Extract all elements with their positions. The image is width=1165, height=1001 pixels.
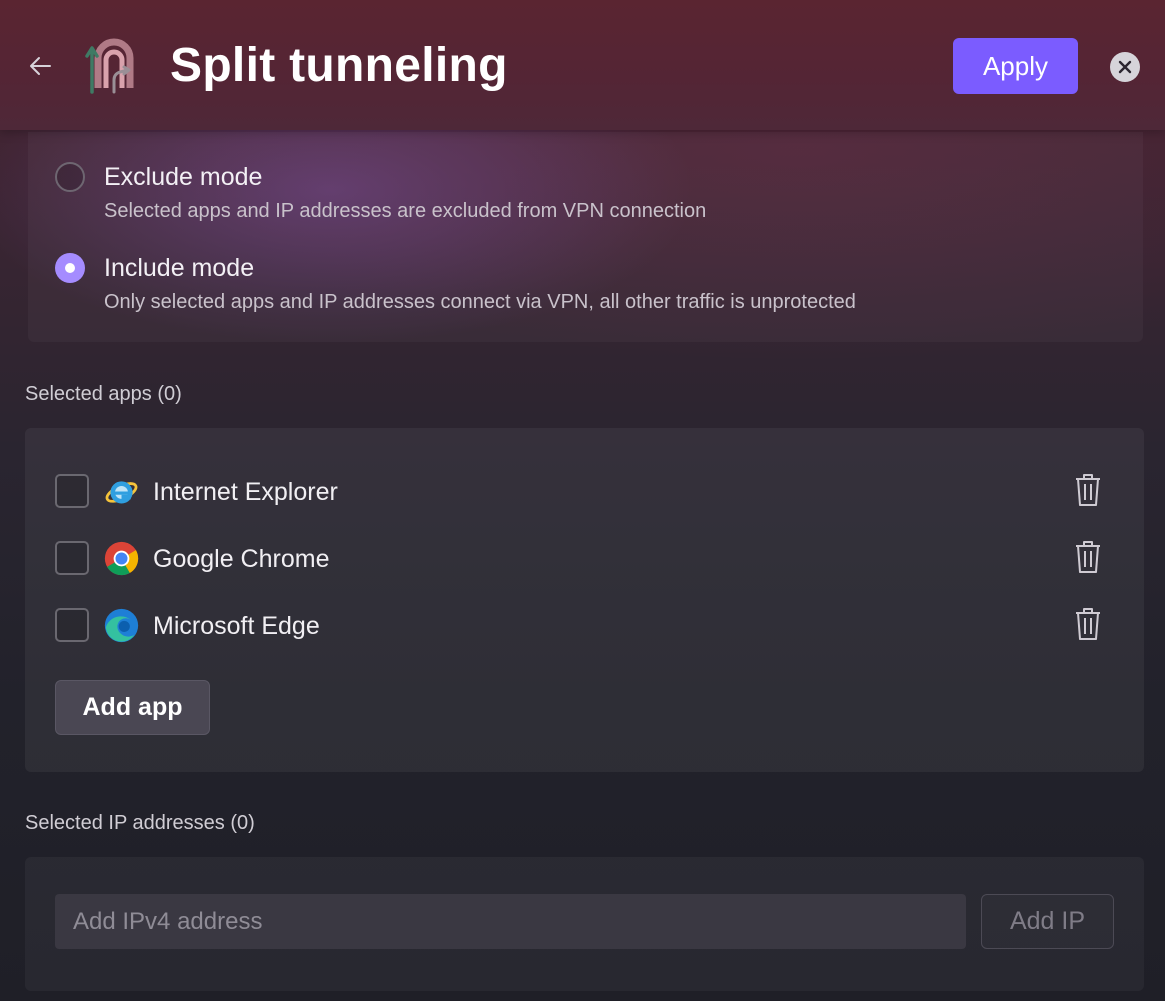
app-row: Google Chrome (55, 539, 1115, 579)
include-mode-description: Only selected apps and IP addresses conn… (104, 291, 856, 313)
selected-ip-label: Selected IP addresses (0) (25, 812, 255, 834)
app-checkbox[interactable] (55, 608, 89, 642)
ipv4-address-input[interactable] (55, 894, 966, 949)
internet-explorer-icon (105, 481, 138, 504)
edge-icon (104, 608, 139, 643)
add-app-button[interactable]: Add app (55, 680, 210, 735)
app-row: Microsoft Edge (55, 606, 1115, 646)
app-name: Internet Explorer (153, 478, 338, 506)
trash-icon[interactable] (1073, 539, 1103, 575)
exclude-mode-radio[interactable] (55, 162, 85, 192)
app-checkbox[interactable] (55, 474, 89, 508)
exclude-mode-description: Selected apps and IP addresses are exclu… (104, 200, 707, 222)
selected-apps-card: Internet Explorer Google Chrome Microsof… (25, 428, 1144, 772)
app-name: Google Chrome (153, 545, 330, 573)
selected-apps-label: Selected apps (0) (25, 383, 182, 405)
chrome-icon (104, 541, 139, 576)
app-name: Microsoft Edge (153, 612, 320, 640)
trash-icon[interactable] (1073, 606, 1103, 642)
include-mode-radio[interactable] (55, 253, 85, 283)
arrow-left-icon (30, 57, 51, 75)
split-tunnel-logo (85, 38, 134, 94)
app-checkbox[interactable] (55, 541, 89, 575)
close-icon (1118, 60, 1132, 74)
trash-icon[interactable] (1073, 472, 1103, 508)
header-bar: Split tunneling Apply (0, 0, 1165, 130)
close-button[interactable] (1110, 52, 1140, 82)
add-ip-button[interactable]: Add IP (981, 894, 1114, 949)
selected-ip-card: Add IP (25, 857, 1144, 991)
exclude-mode-label: Exclude mode (104, 163, 263, 191)
apply-button[interactable]: Apply (953, 38, 1078, 94)
back-button[interactable] (24, 50, 56, 82)
include-mode-label: Include mode (104, 254, 255, 282)
app-row: Internet Explorer (55, 472, 1115, 512)
page-title: Split tunneling (170, 39, 508, 92)
